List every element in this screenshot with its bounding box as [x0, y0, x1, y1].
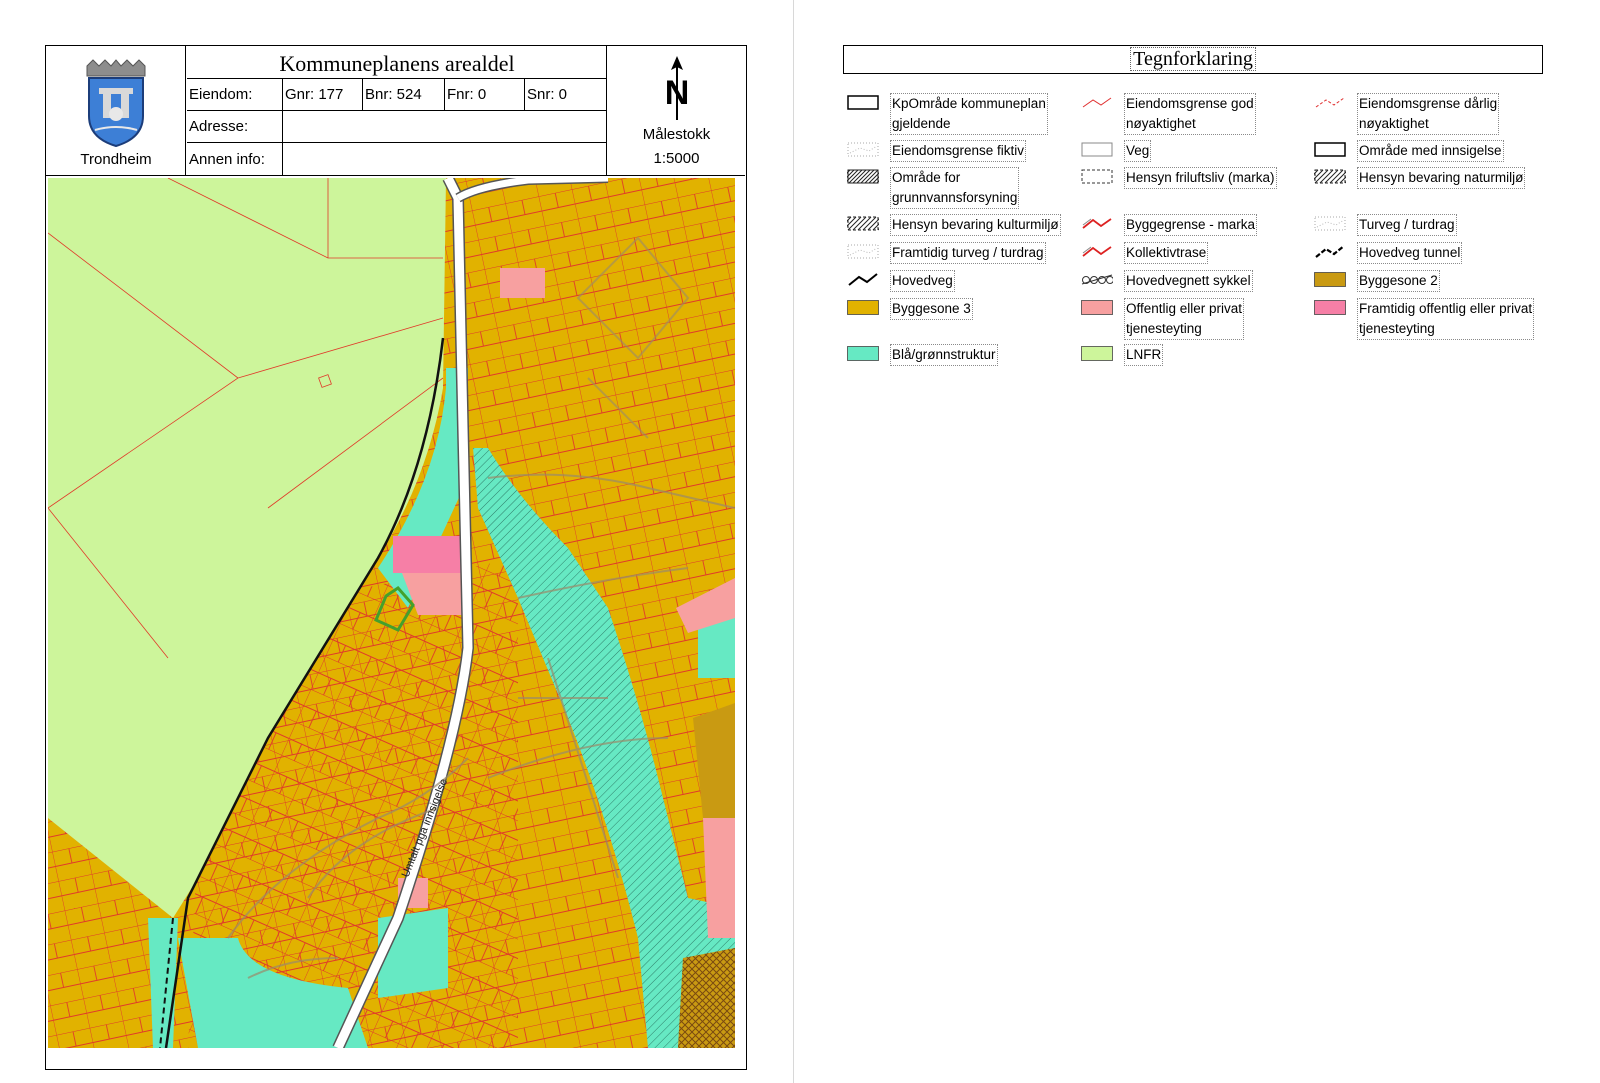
page-title: Kommuneplanens arealdel — [187, 46, 607, 79]
legend-label: Veg — [1124, 140, 1152, 162]
legend-swatch-icon — [847, 300, 879, 315]
fnr-value: Fnr: 0 — [445, 79, 525, 110]
legend-label: Blå/grønnstruktur — [890, 344, 998, 366]
other-info-value — [283, 143, 607, 176]
legend-swatch-icon — [1081, 216, 1113, 231]
legend-swatch-icon — [847, 346, 879, 361]
legend-swatch-icon — [1314, 272, 1346, 287]
other-info-label: Annen info: — [187, 143, 283, 176]
legend-title: Tegnforklaring — [843, 45, 1543, 74]
scale-value: 1:5000 — [653, 150, 700, 167]
legend-swatch-icon — [832, 216, 892, 231]
legend-label: Hensyn bevaring kulturmiljø — [890, 214, 1061, 236]
page-divider — [793, 0, 794, 1083]
legend-label: LNFR — [1124, 344, 1164, 366]
legend-label: Offentlig eller privat tjenesteyting — [1124, 298, 1245, 340]
municipality-name: Trondheim — [80, 151, 152, 168]
scale-label: Målestokk — [642, 126, 711, 143]
map-header: Trondheim Kommuneplanens arealdel Eiendo… — [46, 46, 745, 176]
legend-swatch-icon — [1314, 300, 1346, 315]
legend-swatch-icon — [1081, 300, 1113, 315]
bnr-value: Bnr: 524 — [363, 79, 445, 110]
north-letter: N — [665, 74, 690, 112]
legend-label: Hovedveg — [890, 270, 955, 292]
other-info-row: Annen info: — [187, 143, 607, 176]
address-row: Adresse: — [187, 111, 607, 143]
property-label: Eiendom: — [187, 79, 283, 110]
legend-swatch-icon — [832, 169, 891, 184]
legend-label: KpOmråde kommuneplan gjeldende — [890, 93, 1048, 135]
legend-swatch-icon — [1299, 169, 1359, 184]
address-value — [283, 111, 607, 142]
legend-label: Eiendomsgrense god nøyaktighet — [1124, 93, 1256, 135]
logo-cell: Trondheim — [46, 46, 186, 176]
legend-swatch-icon — [1081, 95, 1113, 110]
legend-swatch-icon — [847, 142, 879, 157]
legend-swatch-icon — [1081, 346, 1113, 361]
legend-swatch-icon — [847, 95, 879, 110]
legend-label: Hovedvegnett sykkel — [1124, 270, 1253, 292]
legend-label: Framtidig offentlig eller privat tjenest… — [1357, 298, 1535, 340]
legend-swatch-icon — [1314, 95, 1346, 110]
legend-label: Område for grunnvannsforsyning — [890, 167, 1020, 209]
legend-swatch-icon — [1081, 142, 1113, 157]
snr-value: Snr: 0 — [527, 86, 568, 103]
legend-swatch-icon — [1314, 244, 1346, 259]
legend-label: Område med innsigelse — [1357, 140, 1504, 162]
north-cell: N Målestokk 1:5000 — [608, 46, 745, 176]
legend-label: Turveg / turdrag — [1357, 214, 1457, 236]
legend-label: Kollektivtrase — [1124, 242, 1209, 264]
legend-swatch-icon — [1081, 272, 1114, 287]
legend-label: Eiendomsgrense fiktiv — [890, 140, 1027, 162]
legend-swatch-icon — [1314, 216, 1346, 231]
legend-label: Hensyn bevaring naturmiljø — [1357, 167, 1526, 189]
legend-label: Byggegrense - marka — [1124, 214, 1258, 236]
legend-swatch-icon — [847, 272, 879, 287]
legend-label: Byggesone 2 — [1357, 270, 1440, 292]
legend-swatch-icon — [1314, 142, 1346, 157]
gnr-value: Gnr: 177 — [283, 79, 363, 110]
address-label: Adresse: — [187, 111, 283, 142]
framtidig-offentlig-area — [393, 536, 466, 573]
legend-swatch-icon — [847, 244, 879, 259]
north-arrow-icon: N — [665, 56, 690, 120]
map-sheet: Trondheim Kommuneplanens arealdel Eiendo… — [45, 45, 747, 1070]
legend-label: Hensyn friluftsliv (marka) — [1124, 167, 1277, 189]
zoning-map[interactable]: Umtalt pga innsigelse — [48, 178, 735, 1048]
legend-label: Framtidig turveg / turdrag — [890, 242, 1046, 264]
property-row: Eiendom: Gnr: 177 Bnr: 524 Fnr: 0 Snr: 0 — [187, 79, 607, 111]
legend-swatch-icon — [1081, 244, 1113, 259]
legend-label: Hovedveg tunnel — [1357, 242, 1463, 264]
legend-label: Eiendomsgrense dårlig nøyaktighet — [1357, 93, 1500, 135]
coat-of-arms-icon — [86, 59, 146, 148]
title-cell: Kommuneplanens arealdel Eiendom: Gnr: 17… — [187, 46, 607, 176]
legend-label: Byggesone 3 — [890, 298, 973, 320]
legend-swatch-icon — [1081, 169, 1113, 184]
